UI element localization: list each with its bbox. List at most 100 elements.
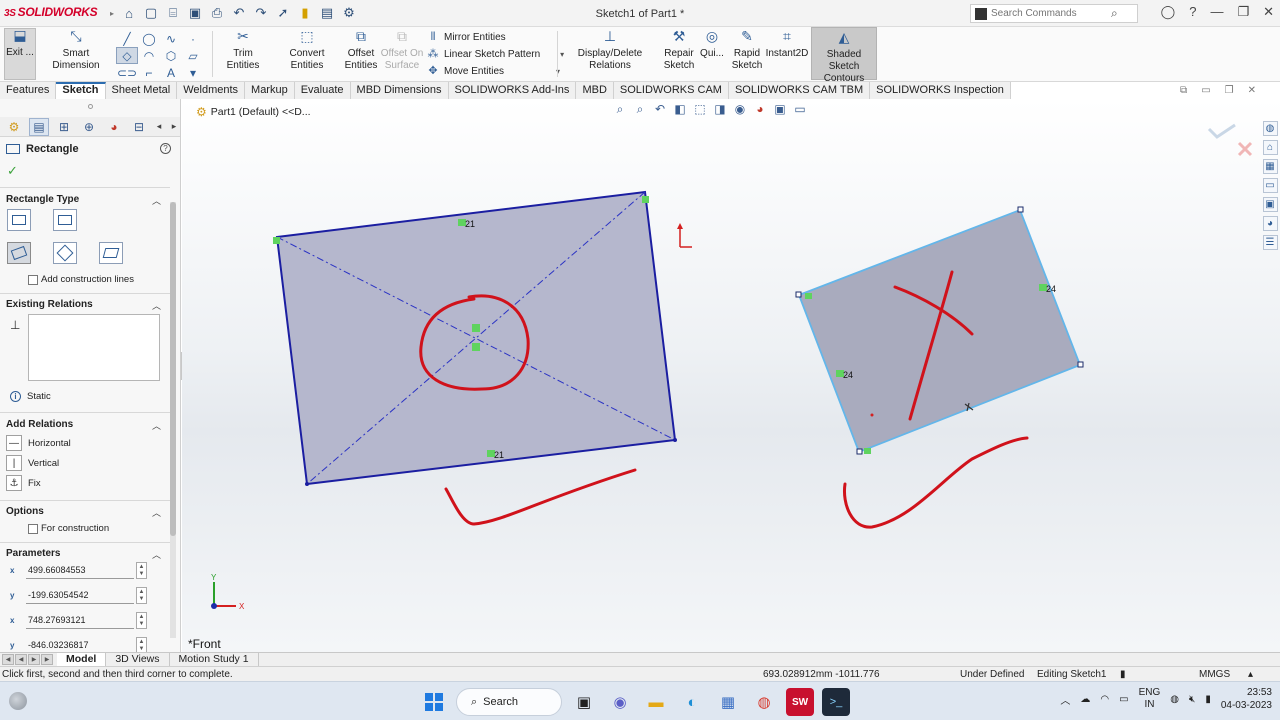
collapse-chevron-icon[interactable]: ︿ — [152, 419, 161, 432]
tab-features[interactable]: Features — [0, 82, 57, 99]
rectangle-left[interactable] — [275, 190, 677, 486]
file-properties-icon[interactable]: ▤ — [318, 4, 336, 22]
convert-entities-button[interactable]: ⬚ Convert Entities — [272, 29, 342, 72]
center-rectangle-button[interactable] — [53, 209, 77, 231]
rebuild-indicator-icon[interactable]: ▮ — [1120, 669, 1126, 680]
slot-icon[interactable]: ⊂⊃ — [116, 64, 138, 81]
midpoint-relation-icon[interactable] — [472, 324, 480, 332]
system-clock[interactable]: 23:53 04-03-2023 — [1221, 686, 1272, 712]
tab-model[interactable]: Model — [57, 652, 107, 667]
show-hidden-icons[interactable]: ︿ — [1060, 692, 1070, 707]
sketch-point-marker[interactable] — [864, 448, 871, 454]
sketch-canvas[interactable]: 21 21 24 24 — [182, 99, 1280, 652]
new-document-icon[interactable]: ▢ — [142, 4, 160, 22]
battery-charging-icon[interactable]: ▮ — [1205, 694, 1211, 705]
grip-handle[interactable] — [795, 291, 802, 298]
task-view-icon[interactable]: ▣ — [570, 688, 598, 716]
collapse-chevron-icon[interactable]: ︿ — [152, 194, 161, 207]
rapid-sketch-button[interactable]: ✎ Rapid Sketch — [731, 29, 763, 72]
tab-motion-study[interactable]: Motion Study 1 — [170, 652, 259, 667]
param-x1-input[interactable] — [26, 562, 134, 579]
repair-sketch-button[interactable]: ⚒ Repair Sketch — [662, 29, 696, 72]
rectangle-type-title[interactable]: Rectangle Type — [6, 194, 79, 205]
existing-relations-list[interactable] — [28, 314, 160, 381]
terminal-app-icon[interactable]: >_ — [822, 688, 850, 716]
fillet-icon[interactable]: ⌐ — [138, 64, 160, 81]
quick-snaps-button[interactable]: ◎ Qui... — [699, 29, 725, 60]
tab-weldments[interactable]: Weldments — [177, 82, 246, 99]
origin-icon[interactable] — [679, 227, 692, 248]
undo-icon[interactable]: ↶ — [230, 4, 248, 22]
panel-grip-icon[interactable] — [88, 104, 93, 109]
tab-solidworks-inspection[interactable]: SOLIDWORKS Inspection — [870, 82, 1011, 99]
spin-buttons[interactable]: ▲ ▼ — [136, 587, 147, 604]
3-point-corner-rectangle-button[interactable] — [7, 242, 31, 264]
tab-sketch[interactable]: Sketch — [56, 82, 106, 99]
configuration-manager-icon[interactable]: ⊞ — [54, 118, 74, 136]
spin-buttons[interactable]: ▲ ▼ — [136, 562, 147, 579]
grip-handle[interactable] — [856, 448, 863, 455]
network-icon[interactable]: ◠ — [1100, 694, 1109, 705]
parallelogram-button[interactable] — [99, 242, 123, 264]
grip-handle[interactable] — [1017, 206, 1024, 213]
open-folder-icon[interactable]: ⌸ — [164, 4, 182, 22]
window-maximize-icon[interactable]: ❐ — [1225, 85, 1234, 96]
more-tools-icon[interactable]: ▾ — [182, 64, 204, 81]
shaded-sketch-contours-button[interactable]: ◭ Shaded Sketch Contours — [811, 27, 877, 84]
circle-icon[interactable]: ◯ — [138, 30, 160, 47]
sketch-point[interactable] — [870, 413, 874, 417]
window-close-icon[interactable]: ✕ — [1248, 85, 1256, 96]
ok-checkmark-icon[interactable]: ✓ — [7, 163, 18, 179]
param-y1-input[interactable] — [26, 587, 134, 604]
add-construction-lines-checkbox[interactable]: Add construction lines — [28, 274, 134, 285]
rectangle-icon[interactable]: ◇ — [116, 47, 138, 64]
point-icon[interactable]: · — [182, 30, 204, 47]
checkbox-box[interactable] — [28, 523, 38, 534]
select-pointer-icon[interactable]: ➚ — [274, 4, 292, 22]
file-explorer-icon[interactable]: ▬ — [642, 688, 670, 716]
edge-browser-icon[interactable]: ◐ — [678, 688, 706, 716]
param-y2-input[interactable] — [26, 637, 134, 652]
minimize-icon[interactable]: — — [1210, 4, 1223, 20]
exit-sketch-button[interactable]: ⬓ Exit ... — [4, 28, 36, 80]
tab-evaluate[interactable]: Evaluate — [294, 82, 351, 99]
scroll-left-icon[interactable]: ◂ — [154, 118, 164, 136]
panel-scrollbar[interactable] — [170, 202, 176, 638]
spline-icon[interactable]: ∿ — [160, 30, 182, 47]
corner-rectangle-button[interactable] — [7, 209, 31, 231]
first-tab-icon[interactable]: ◀ — [2, 654, 14, 665]
sketch-point-marker[interactable] — [273, 237, 280, 244]
help-icon[interactable]: ? — [160, 143, 171, 154]
existing-relations-title[interactable]: Existing Relations — [6, 299, 93, 310]
tab-solidworks-addins[interactable]: SOLIDWORKS Add-Ins — [448, 82, 577, 99]
sketch-point-marker[interactable] — [642, 196, 649, 203]
collapse-chevron-icon[interactable]: ︿ — [152, 548, 161, 561]
text-icon[interactable]: A — [160, 64, 182, 81]
add-relations-title[interactable]: Add Relations — [6, 419, 73, 430]
scrollbar-thumb[interactable] — [170, 202, 176, 536]
tab-sheet-metal[interactable]: Sheet Metal — [105, 82, 178, 99]
feature-tree-icon[interactable]: ⚙ — [4, 118, 24, 136]
tab-markup[interactable]: Markup — [245, 82, 295, 99]
language-indicator[interactable]: ENG IN — [1139, 687, 1161, 711]
offset-on-surface-button[interactable]: ⧉ Offset On Surface — [380, 29, 424, 72]
smart-dimension-button[interactable]: ⤡ Smart Dimension — [40, 29, 112, 72]
onedrive-cloud-icon[interactable]: ☁ — [1080, 694, 1090, 705]
user-account-icon[interactable]: ◯ — [1161, 4, 1176, 20]
collapse-chevron-icon[interactable]: ︿ — [152, 506, 161, 519]
midpoint-relation-icon[interactable] — [472, 343, 480, 351]
grip-handle[interactable] — [1077, 361, 1084, 368]
instant2d-button[interactable]: ⌗ Instant2D — [765, 29, 809, 60]
save-icon[interactable]: ▣ — [186, 4, 204, 22]
property-manager-icon[interactable]: ▤ — [29, 117, 49, 136]
move-entities-button[interactable]: ✥ Move Entities ▾ — [426, 63, 564, 80]
horizontal-relation-button[interactable]: — Horizontal — [6, 435, 71, 451]
dimxpert-icon[interactable]: ⊕ — [79, 118, 99, 136]
restore-icon[interactable]: ❐ — [1237, 4, 1249, 20]
options-gear-icon[interactable]: ⚙ — [340, 4, 358, 22]
window-tile-icon[interactable]: ⧉ — [1180, 85, 1187, 96]
weather-widget-icon[interactable] — [9, 692, 27, 710]
fix-relation-button[interactable]: ⚓ Fix — [6, 475, 41, 491]
globe-icon[interactable]: ◍ — [1170, 694, 1179, 705]
sketch-point[interactable] — [673, 438, 677, 442]
